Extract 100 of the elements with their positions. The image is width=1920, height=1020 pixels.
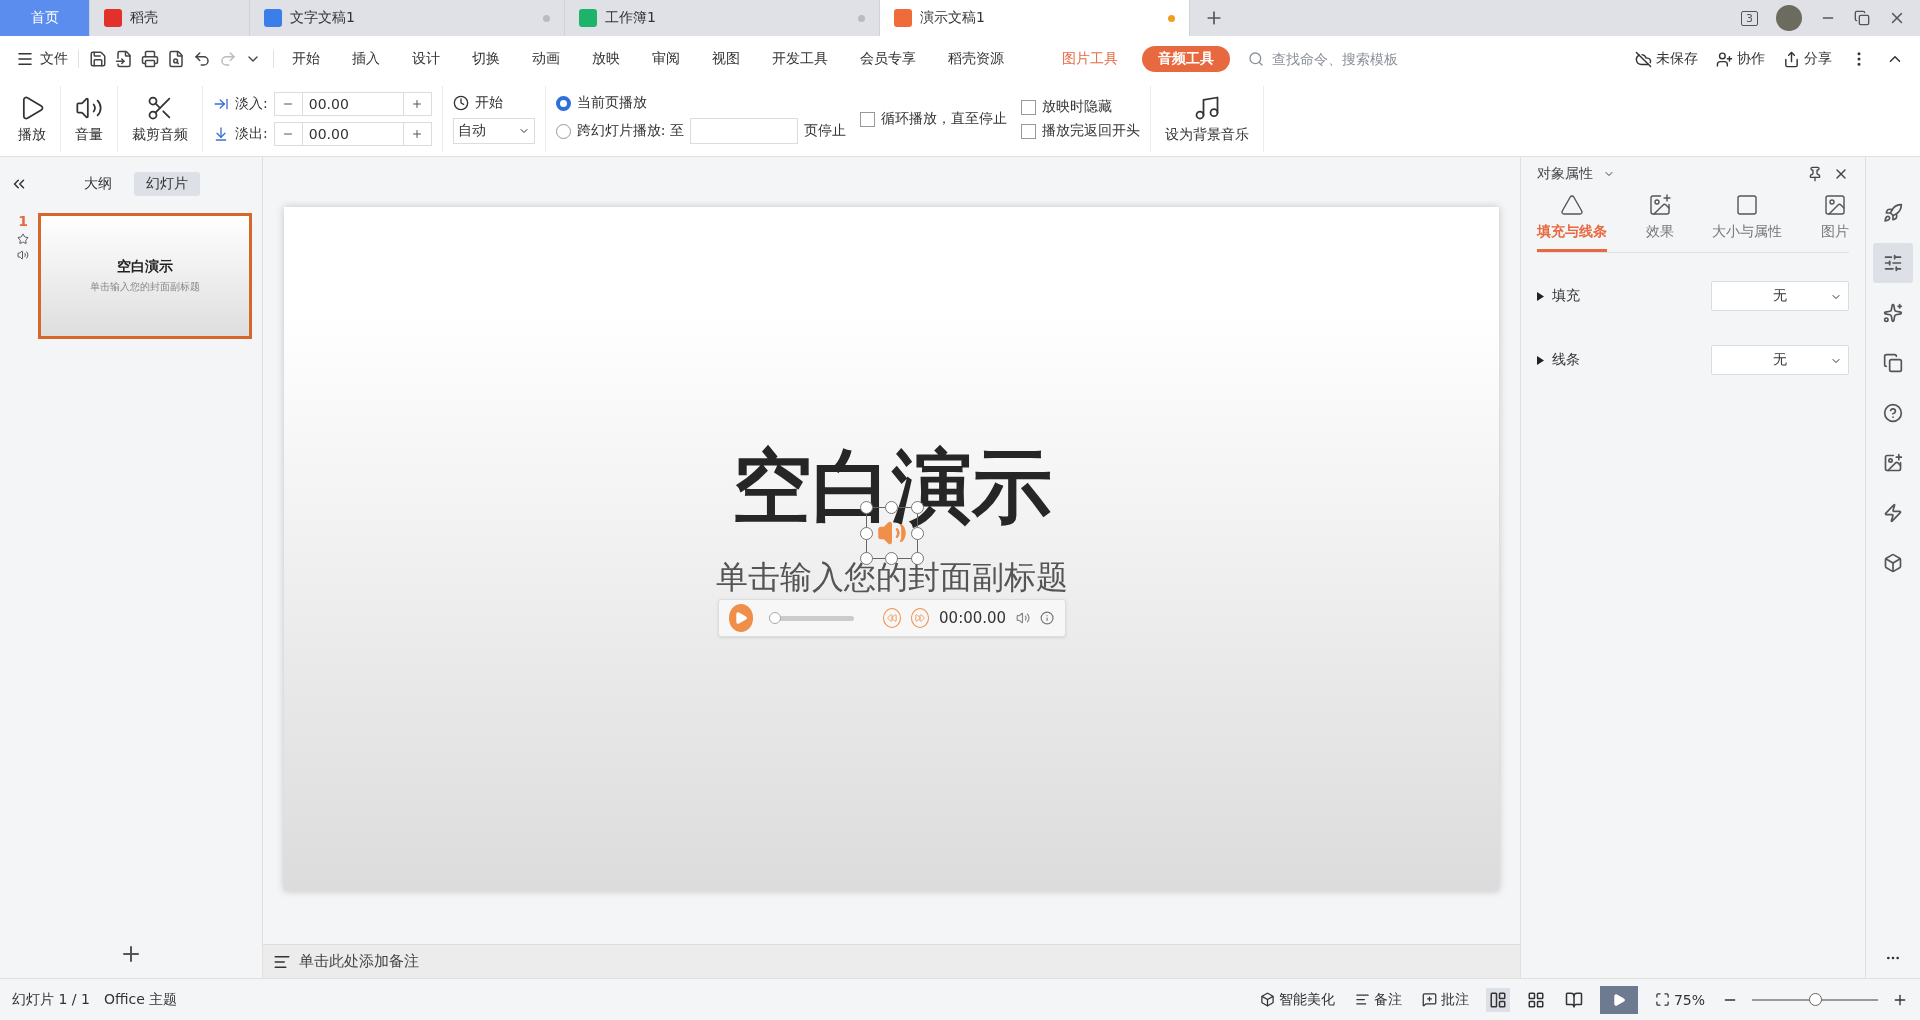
- expand-icon: [1537, 355, 1544, 365]
- speaker-icon: [17, 249, 29, 261]
- preview-icon[interactable]: [167, 50, 185, 68]
- time-readout: 00:00.00: [939, 609, 1007, 627]
- beautify-button[interactable]: 智能美化: [1256, 987, 1338, 1012]
- theme-name: Office 主题: [103, 990, 178, 1009]
- slide-number: 1: [18, 213, 28, 229]
- play-icon: [1611, 992, 1626, 1007]
- share-icon: [1783, 50, 1800, 68]
- start-select[interactable]: 自动: [452, 118, 535, 144]
- volume-icon[interactable]: [1016, 610, 1031, 626]
- pin-icon[interactable]: [1807, 166, 1823, 182]
- menu-item[interactable]: 会员专享: [846, 50, 930, 68]
- user-plus-icon: [1716, 50, 1733, 68]
- play-button[interactable]: 播放: [14, 92, 50, 146]
- notes-placeholder[interactable]: 单击此处添加备注: [299, 952, 419, 971]
- menu-item[interactable]: 动画: [518, 50, 574, 68]
- window-counter[interactable]: 3: [1741, 10, 1758, 26]
- fade-in-icon: [213, 96, 229, 112]
- start-icon: [452, 95, 469, 111]
- slide-thumbnail[interactable]: 空白演示 单击输入您的封面副标题: [38, 213, 252, 339]
- app-icon: [264, 9, 282, 27]
- file-menu[interactable]: 文件: [16, 50, 79, 68]
- menu-item[interactable]: 稻壳资源: [934, 50, 1018, 68]
- menu-item[interactable]: 切换: [458, 50, 514, 68]
- document-tab[interactable]: 演示文稿1: [880, 0, 1190, 36]
- slide-counter: 幻灯片 1 / 1: [12, 990, 90, 1009]
- page-field[interactable]: [689, 118, 798, 144]
- background-music-button[interactable]: 设为背景音乐: [1160, 92, 1253, 146]
- fade-out-icon: [213, 126, 229, 142]
- notes-button[interactable]: 备注: [1351, 987, 1405, 1012]
- checkbox[interactable]: [1020, 123, 1036, 139]
- info-icon[interactable]: [1040, 610, 1055, 626]
- property-tab[interactable]: 大小与属性: [1712, 193, 1783, 252]
- zoom-button[interactable]: 75%: [1651, 988, 1708, 1011]
- menu-item[interactable]: 放映: [578, 50, 634, 68]
- cube-icon: [1259, 992, 1275, 1007]
- radio-button[interactable]: [555, 95, 571, 111]
- property-select[interactable]: 无: [1711, 281, 1849, 311]
- sliders-icon[interactable]: [1873, 243, 1913, 283]
- fit-icon: [1654, 992, 1670, 1007]
- checkbox-label: 播放完返回开头: [1041, 122, 1140, 140]
- property-tab[interactable]: 图片: [1820, 193, 1849, 252]
- forward-icon: [915, 613, 926, 623]
- zoom-thumb[interactable]: [1808, 992, 1822, 1006]
- menu-item[interactable]: 审阅: [638, 50, 694, 68]
- search-field[interactable]: 查找命令、搜索模板: [1248, 50, 1440, 68]
- property-tab[interactable]: 效果: [1645, 193, 1674, 252]
- slide-title: 空白演示: [731, 447, 1052, 527]
- panel-tab[interactable]: 幻灯片: [134, 172, 200, 196]
- fade-label: 淡入:: [235, 95, 268, 113]
- zoom-track[interactable]: [1752, 992, 1878, 1007]
- property-expander[interactable]: 线条: [1537, 351, 1580, 369]
- property-select[interactable]: 无: [1711, 345, 1849, 375]
- search-icon: [1248, 51, 1264, 67]
- progress-track[interactable]: [769, 611, 855, 625]
- save-icon[interactable]: [89, 50, 107, 68]
- checkbox-label: 放映时隐藏: [1041, 98, 1112, 116]
- plus-icon: [411, 98, 424, 110]
- radio-label: 跨幻灯片播放: 至: [576, 122, 684, 140]
- menu-item[interactable]: 开发工具: [758, 50, 842, 68]
- panel-title[interactable]: 对象属性: [1537, 165, 1593, 183]
- menu-item[interactable]: 设计: [398, 50, 454, 68]
- panel-tab[interactable]: 大纲: [72, 172, 124, 196]
- action-button[interactable]: 协作: [1716, 50, 1765, 68]
- menu-item[interactable]: 插入: [338, 50, 394, 68]
- comments-button[interactable]: 批注: [1418, 987, 1472, 1012]
- progress-thumb[interactable]: [769, 612, 782, 624]
- avatar[interactable]: [1776, 5, 1802, 31]
- checkbox-label: 循环播放，直至停止: [880, 110, 1007, 128]
- checkbox[interactable]: [1020, 99, 1036, 115]
- trim-audio-button[interactable]: 裁剪音频: [128, 92, 192, 146]
- print-icon[interactable]: [141, 50, 159, 68]
- action-button[interactable]: 未保存: [1635, 50, 1698, 68]
- undo-icon[interactable]: [193, 50, 211, 68]
- cloud-icon: [1635, 50, 1652, 68]
- property-expander[interactable]: 填充: [1537, 287, 1580, 305]
- expand-icon: [1537, 291, 1544, 301]
- page-stop-label: 页停止: [803, 122, 846, 140]
- app-icon: [579, 9, 597, 27]
- menu-icon: [16, 50, 34, 68]
- start-label: 开始: [474, 94, 503, 112]
- app-icon: [104, 9, 122, 27]
- plus-icon: [411, 128, 424, 140]
- export-icon[interactable]: [115, 50, 133, 68]
- notes-icon: [1354, 992, 1370, 1007]
- menu-item[interactable]: 视图: [698, 50, 754, 68]
- checkbox[interactable]: [859, 111, 875, 127]
- radio-button[interactable]: [555, 123, 571, 139]
- slideshow-button[interactable]: [1599, 985, 1638, 1014]
- menu-item[interactable]: 开始: [278, 50, 334, 68]
- app-icon: [894, 9, 912, 27]
- rewind-icon: [887, 613, 898, 623]
- normal-view-icon[interactable]: [1485, 987, 1510, 1012]
- radio-label: 当前页播放: [576, 94, 647, 112]
- volume-button[interactable]: 音量: [71, 92, 107, 146]
- action-button[interactable]: 分享: [1783, 50, 1832, 68]
- restore-icon[interactable]: [1854, 10, 1870, 26]
- play-icon: [733, 611, 748, 625]
- slide-subtitle: 单击输入您的封面副标题: [715, 557, 1068, 597]
